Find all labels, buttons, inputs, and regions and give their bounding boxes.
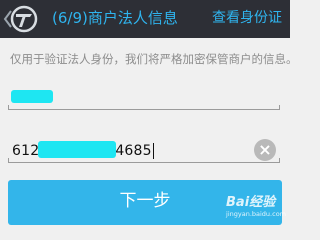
app-logo-icon: [10, 5, 38, 33]
field-tick: [8, 105, 9, 110]
redaction-mask: [11, 90, 53, 103]
info-text: 仅用于验证法人身份，我们将严格加密保管商户的信息。: [10, 52, 298, 66]
field-underline: [8, 109, 280, 110]
view-id-card-link[interactable]: 查看身份证: [212, 8, 282, 28]
watermark-url: jingyan.baidu.com: [226, 210, 286, 218]
id-number-suffix: 4685: [115, 143, 152, 159]
id-number-prefix: 612: [12, 143, 40, 159]
redaction-mask: [38, 141, 116, 158]
text-cursor: [152, 143, 154, 159]
field-tick: [279, 105, 280, 110]
field-underline: [8, 162, 280, 163]
watermark: Bai经验 jingyan.baidu.com: [226, 195, 286, 219]
field-tick: [8, 158, 9, 163]
watermark-brand: Bai经验: [226, 195, 276, 210]
app-header: (6/9)商户法人信息 查看身份证: [0, 0, 290, 38]
page-title: (6/9)商户法人信息: [52, 9, 178, 27]
legal-name-field[interactable]: [8, 84, 280, 110]
id-number-field[interactable]: 612 4685: [8, 137, 280, 163]
field-tick: [279, 158, 280, 163]
clear-icon[interactable]: ×: [254, 139, 276, 161]
